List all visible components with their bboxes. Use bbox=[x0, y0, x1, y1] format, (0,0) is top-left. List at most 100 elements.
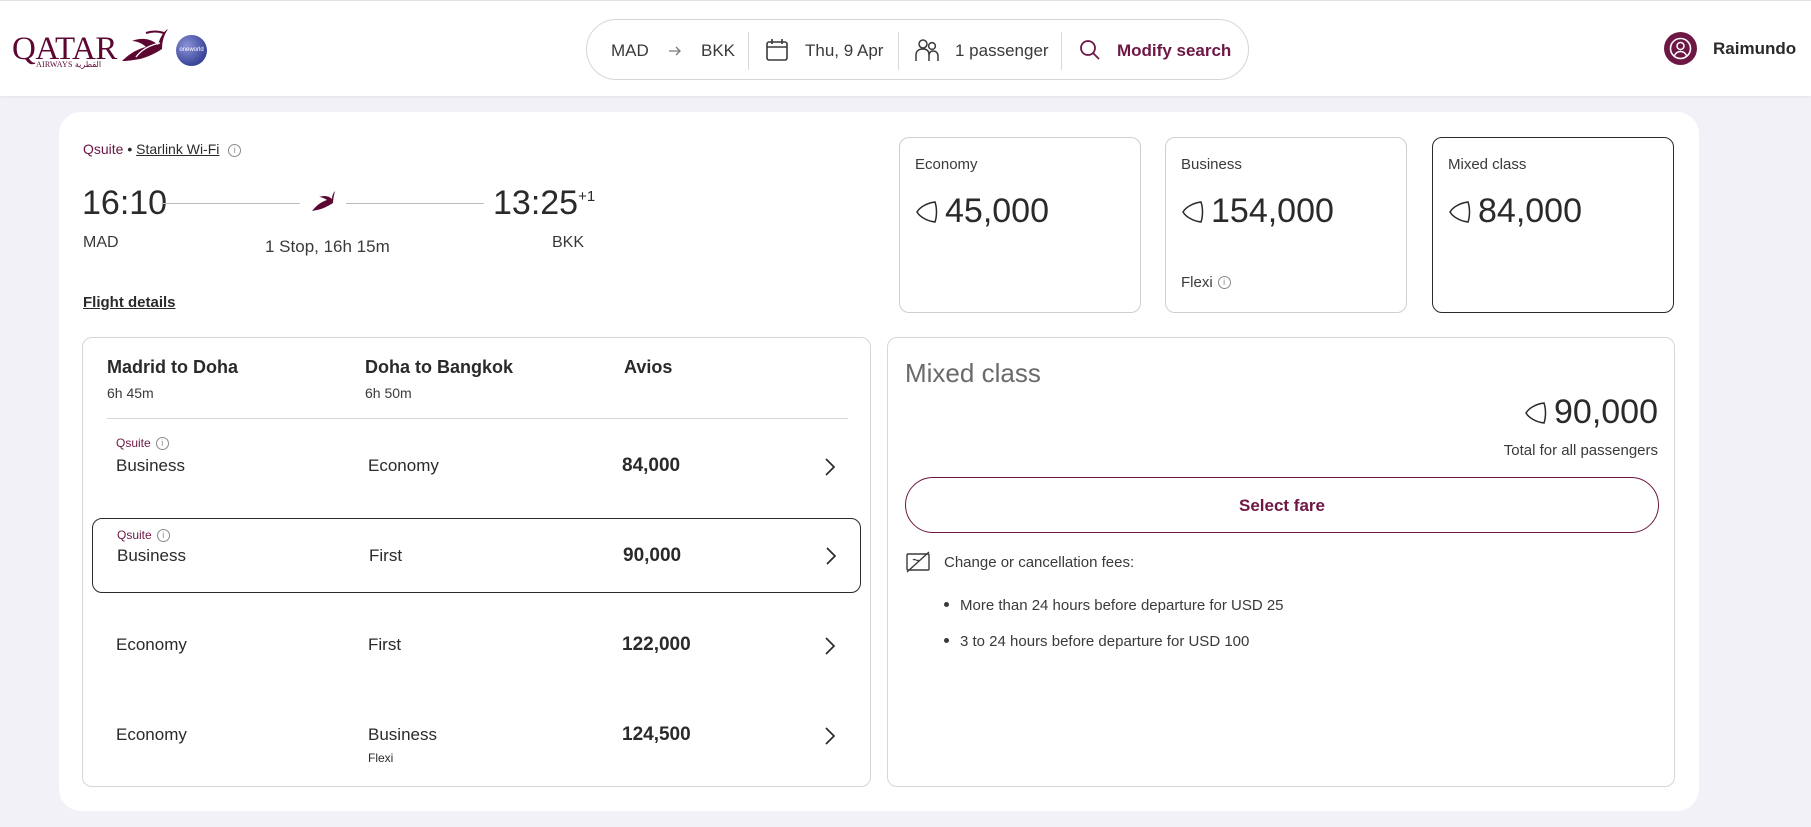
table-row[interactable]: Economy Business Flexi 124,500 bbox=[92, 698, 861, 773]
qsuite-tag-text: Qsuite bbox=[117, 528, 152, 542]
fare-note: Flexi i bbox=[1181, 274, 1231, 291]
modify-search-button[interactable]: Modify search bbox=[1117, 41, 1231, 61]
leg2-cabin: First bbox=[368, 635, 402, 654]
origin-code: MAD bbox=[83, 234, 119, 251]
fare-avios-value: 154,000 bbox=[1211, 192, 1334, 230]
row-avios: 124,500 bbox=[622, 724, 691, 745]
user-name[interactable]: Raimundo bbox=[1713, 39, 1796, 59]
starlink-wifi-link[interactable]: Starlink Wi-Fi bbox=[136, 141, 219, 157]
summary-avios-value: 90,000 bbox=[1554, 393, 1658, 431]
qatar-tail-icon bbox=[312, 191, 335, 211]
fare-avios: 154,000 bbox=[1181, 192, 1334, 231]
total-label: Total for all passengers bbox=[1503, 442, 1658, 459]
fare-option-economy[interactable]: Economy 45,000 bbox=[899, 137, 1141, 313]
leg2-note: Flexi bbox=[368, 751, 394, 765]
passengers-icon bbox=[915, 39, 939, 61]
avios-icon bbox=[1449, 200, 1471, 223]
fare-option-mixed-class[interactable]: Mixed class 84,000 bbox=[1432, 137, 1674, 313]
chevron-right-icon[interactable] bbox=[822, 725, 838, 747]
fee-list-item: 3 to 24 hours before departure for USD 1… bbox=[944, 633, 1249, 650]
user-icon bbox=[1669, 37, 1692, 60]
search-origin[interactable]: MAD bbox=[611, 41, 649, 61]
header-divider bbox=[107, 418, 848, 419]
route-line bbox=[163, 203, 300, 204]
flight-amenities: Qsuite • Starlink Wi-Fi i bbox=[83, 141, 242, 157]
column-header-leg2: Doha to Bangkok bbox=[365, 357, 514, 377]
column-sub-leg1: 6h 45m bbox=[107, 385, 154, 401]
separator-dot: • bbox=[127, 141, 133, 157]
fare-option-business[interactable]: Business 154,000 Flexi i bbox=[1165, 137, 1407, 313]
search-summary-bar[interactable]: MAD BKK Thu, 9 Apr 1 passenger Modify se… bbox=[586, 19, 1249, 80]
divider bbox=[748, 32, 749, 70]
search-passengers[interactable]: 1 passenger bbox=[955, 41, 1049, 61]
day-offset: +1 bbox=[578, 188, 596, 205]
fees-title: Change or cancellation fees: bbox=[944, 554, 1135, 571]
arrival-time: 13:25+1 bbox=[493, 184, 595, 223]
qsuite-tag: Qsuite bbox=[83, 141, 124, 157]
avios-icon bbox=[916, 200, 938, 223]
fare-avios-value: 45,000 bbox=[945, 192, 1049, 230]
stops-duration: 1 Stop, 16h 15m bbox=[265, 237, 390, 256]
avios-icon bbox=[1182, 200, 1204, 223]
leg1-cabin: Business bbox=[117, 546, 186, 565]
mixed-class-table: Madrid to Doha 6h 45m Doha to Bangkok 6h… bbox=[82, 337, 871, 787]
fare-avios: 45,000 bbox=[915, 192, 1049, 231]
info-icon[interactable]: i bbox=[156, 529, 170, 543]
flight-details-link[interactable]: Flight details bbox=[83, 294, 176, 311]
fee-list-item: More than 24 hours before departure for … bbox=[944, 597, 1284, 614]
chevron-right-icon[interactable] bbox=[822, 456, 838, 478]
search-date[interactable]: Thu, 9 Apr bbox=[805, 41, 883, 61]
leg2-cabin: Business bbox=[368, 725, 437, 744]
avios-icon bbox=[1525, 401, 1547, 424]
column-header-avios: Avios bbox=[624, 357, 673, 377]
column-sub-leg2: 6h 50m bbox=[365, 385, 412, 401]
bullet bbox=[944, 637, 949, 643]
divider bbox=[1061, 32, 1062, 70]
info-icon[interactable]: i bbox=[228, 143, 242, 157]
destination-code: BKK bbox=[552, 234, 585, 251]
table-row-selected[interactable]: Qsuite i Business First 90,000 bbox=[92, 518, 861, 593]
leg1-cabin: Economy bbox=[116, 635, 187, 654]
fee-text: More than 24 hours before departure for … bbox=[960, 597, 1284, 614]
qsuite-tag-text: Qsuite bbox=[116, 436, 151, 450]
summary-avios: 90,000 bbox=[1524, 393, 1658, 432]
fare-note-text: Flexi bbox=[1181, 274, 1213, 291]
chevron-right-icon[interactable] bbox=[823, 545, 839, 567]
top-header: QATAR AIRWAYS القطرية oneworld MAD BKK T… bbox=[0, 0, 1811, 96]
qsuite-tag: Qsuite i bbox=[117, 528, 170, 543]
arrival-time-value: 13:25 bbox=[493, 184, 579, 222]
info-icon[interactable]: i bbox=[155, 437, 169, 451]
row-avios: 84,000 bbox=[622, 455, 681, 476]
row-avios: 90,000 bbox=[623, 545, 682, 566]
logo-subtext: AIRWAYS القطرية bbox=[36, 60, 102, 69]
row-avios: 122,000 bbox=[622, 634, 691, 655]
fare-label: Mixed class bbox=[1448, 156, 1527, 173]
table-row[interactable]: Qsuite i Business Economy 84,000 bbox=[92, 427, 861, 502]
bullet bbox=[944, 601, 949, 607]
leg2-cabin: First bbox=[369, 546, 403, 565]
qsuite-tag: Qsuite i bbox=[116, 436, 169, 451]
user-avatar[interactable] bbox=[1664, 32, 1697, 65]
fare-label: Economy bbox=[915, 156, 978, 173]
leg1-cabin: Economy bbox=[116, 725, 187, 744]
select-fare-button[interactable]: Select fare bbox=[905, 477, 1659, 533]
fare-avios-value: 84,000 bbox=[1478, 192, 1582, 230]
info-icon[interactable]: i bbox=[1217, 276, 1231, 289]
fee-text: 3 to 24 hours before departure for USD 1… bbox=[960, 633, 1250, 650]
route-line bbox=[346, 203, 484, 204]
leg1-cabin: Business bbox=[116, 456, 185, 475]
column-header-leg1: Madrid to Doha bbox=[107, 357, 238, 377]
summary-title: Mixed class bbox=[905, 358, 1041, 388]
divider bbox=[898, 32, 899, 70]
chevron-right-icon[interactable] bbox=[822, 635, 838, 657]
qatar-airways-logo[interactable]: QATAR AIRWAYS القطرية bbox=[12, 27, 168, 73]
table-row[interactable]: Economy First 122,000 bbox=[92, 608, 861, 683]
fare-label: Business bbox=[1181, 156, 1242, 173]
calendar-icon bbox=[766, 39, 788, 61]
search-destination[interactable]: BKK bbox=[701, 41, 735, 61]
fare-avios: 84,000 bbox=[1448, 192, 1582, 231]
leg2-cabin: Economy bbox=[368, 456, 439, 475]
fare-summary-panel: Mixed class 90,000 Total for all passeng… bbox=[887, 337, 1675, 787]
search-icon bbox=[1080, 40, 1100, 60]
oneworld-badge: oneworld bbox=[176, 35, 207, 66]
